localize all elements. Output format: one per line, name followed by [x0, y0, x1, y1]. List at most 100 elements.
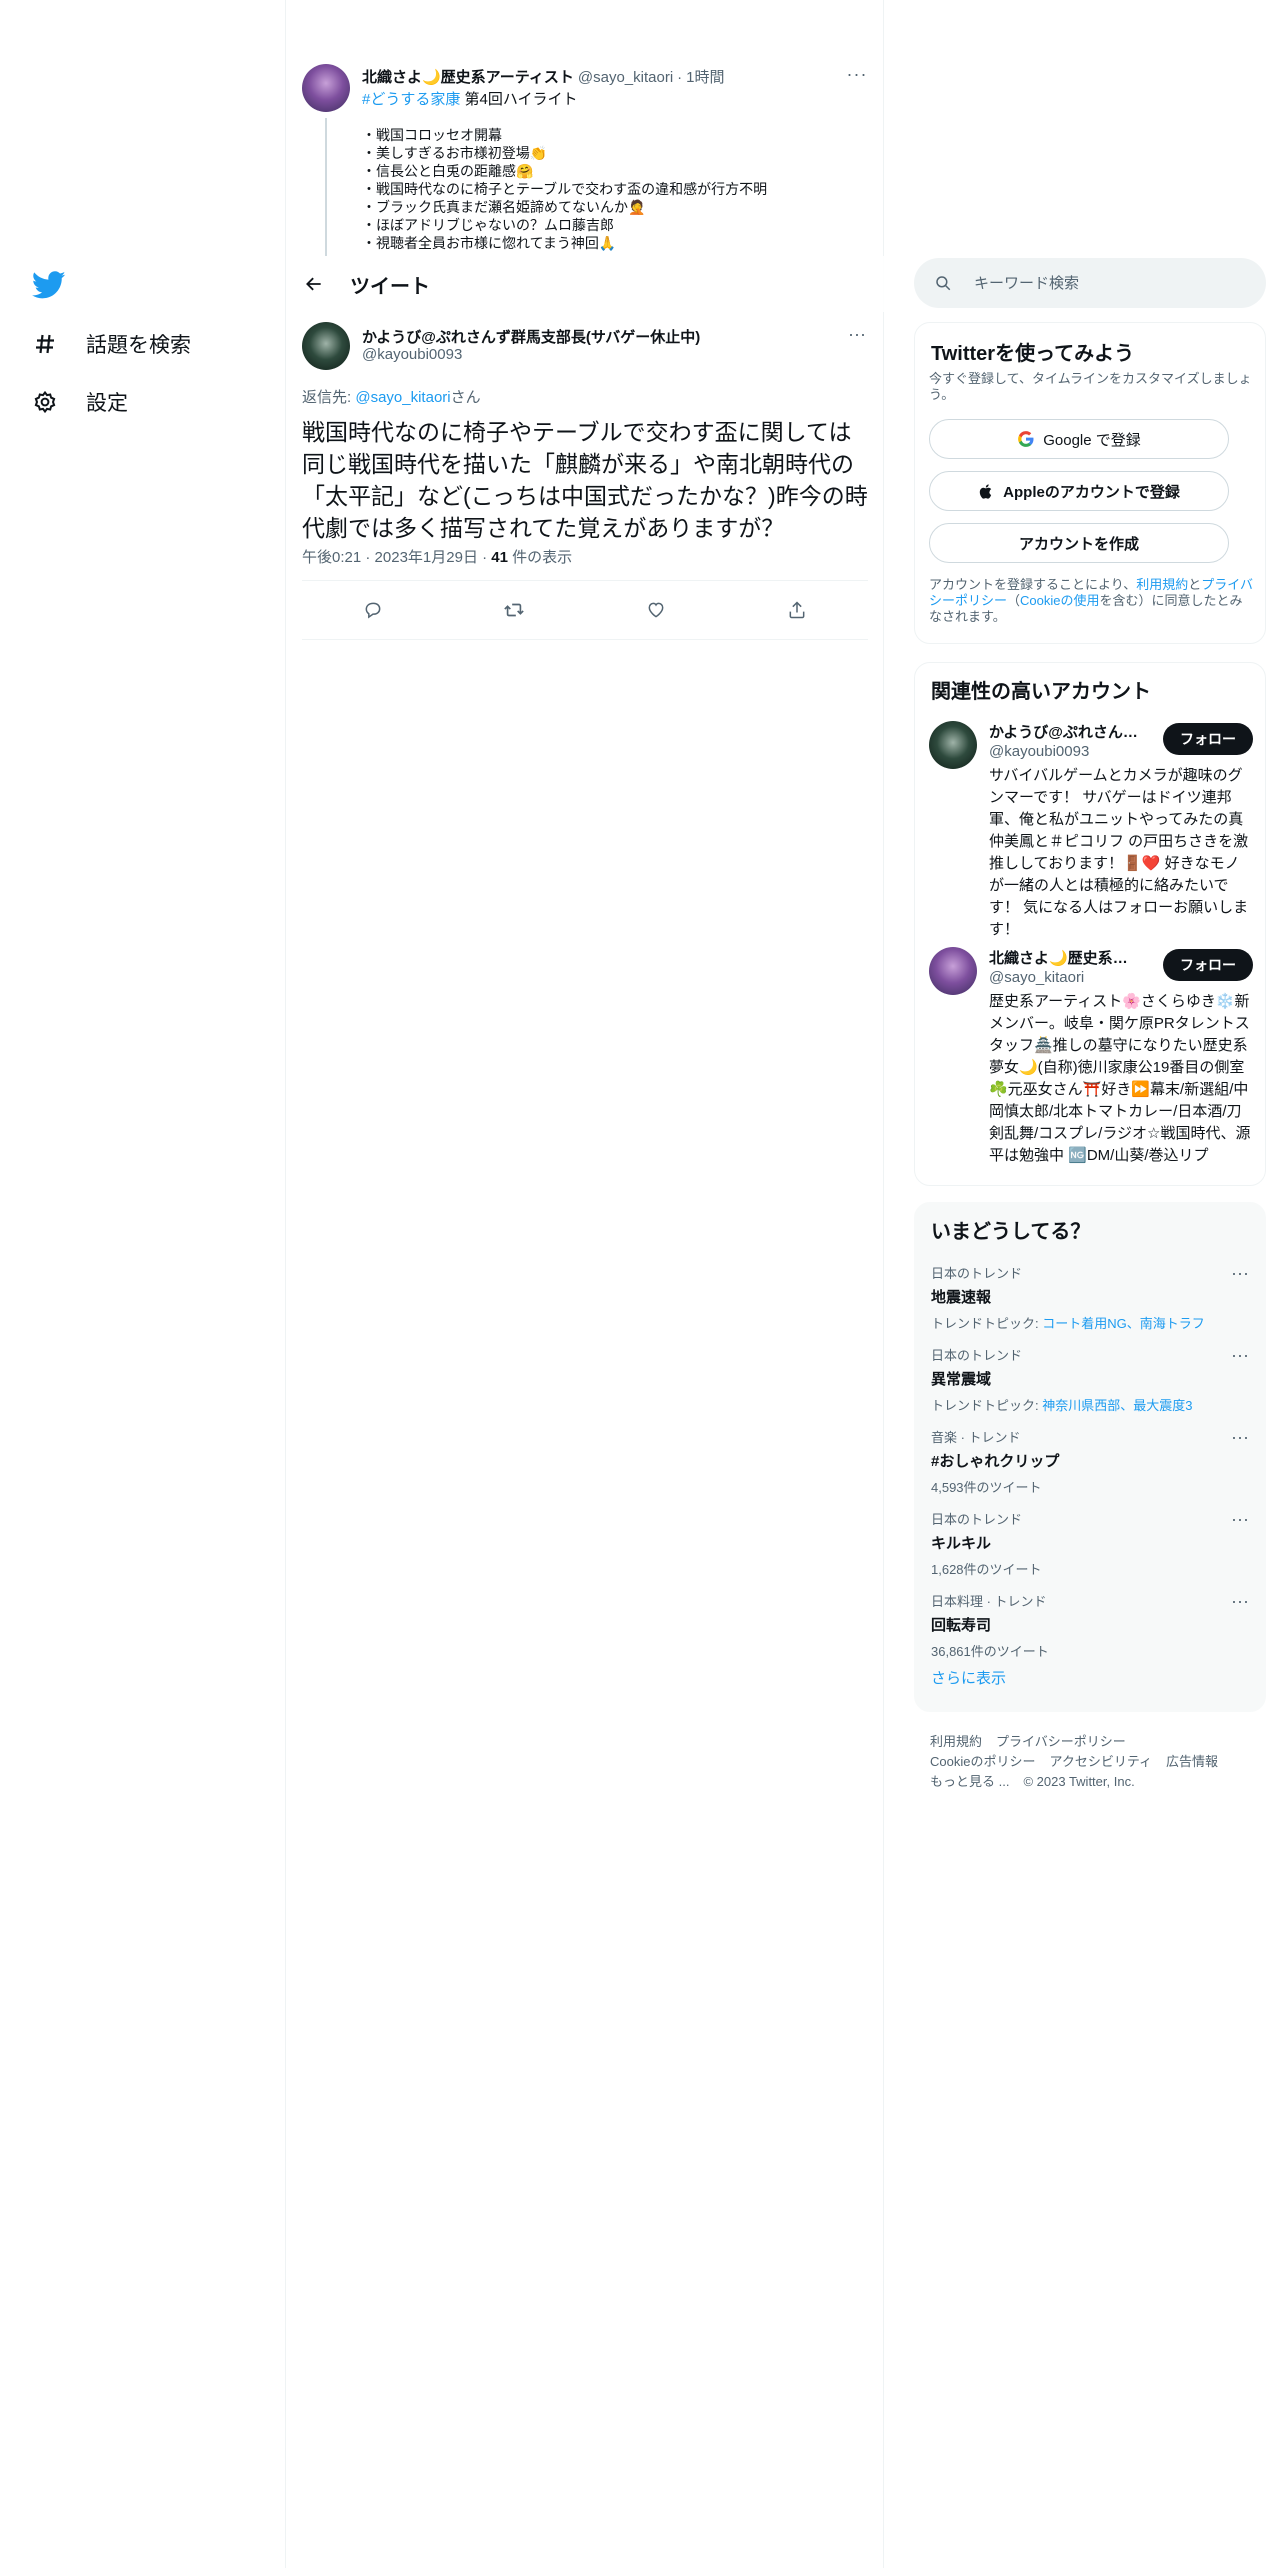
footer-privacy-link[interactable]: プライバシーポリシー — [996, 1732, 1126, 1752]
separator-dot: · — [365, 549, 371, 566]
avatar[interactable] — [302, 64, 350, 112]
gear-icon — [32, 389, 58, 415]
trend-subtext: 4,593件のツイート — [931, 1477, 1251, 1496]
signup-card: Twitterを使ってみよう 今すぐ登録して、タイムラインをカスタマイズしましょ… — [914, 322, 1266, 644]
show-more-link[interactable]: さらに表示 — [931, 1667, 1006, 1688]
create-account-button[interactable]: アカウントを作成 — [929, 523, 1229, 563]
apple-signup-label: Appleのアカウントで登録 — [1003, 483, 1180, 501]
parent-tweet-time[interactable]: 1時間 — [686, 66, 724, 87]
share-icon[interactable] — [780, 593, 814, 627]
trend-count: 36,861件のツイート — [931, 1644, 1049, 1659]
retweet-icon[interactable] — [497, 593, 531, 627]
follow-button[interactable]: フォロー — [1163, 723, 1253, 755]
more-options-icon[interactable]: ··· — [846, 64, 868, 86]
google-signup-label: Google で登録 — [1043, 431, 1141, 449]
trend-subtext: 36,861件のツイート — [931, 1641, 1251, 1660]
google-signup-button[interactable]: Google で登録 — [929, 419, 1229, 459]
parent-tweet-hashtag-line: #どうする家康 第4回ハイライト — [362, 88, 578, 109]
more-options-icon[interactable]: ··· — [846, 324, 868, 346]
nav-settings[interactable]: 設定 — [32, 382, 128, 422]
legal-text: と — [1188, 577, 1202, 592]
back-arrow-icon[interactable] — [296, 266, 332, 302]
trend-context: 日本のトレンド — [931, 1266, 1023, 1281]
footer-cookie-link[interactable]: Cookieのポリシー — [930, 1752, 1035, 1772]
reply-to-prefix: 返信先: — [302, 389, 356, 406]
tweet-header-bar: ツイート — [286, 256, 884, 312]
apple-signup-button[interactable]: Appleのアカウントで登録 — [929, 471, 1229, 511]
more-options-icon[interactable]: ··· — [1229, 1345, 1251, 1367]
avatar[interactable] — [929, 721, 977, 769]
like-heart-icon[interactable] — [639, 593, 673, 627]
more-options-icon[interactable]: ··· — [1229, 1591, 1251, 1613]
related-accounts-card: 関連性の高いアカウント かようび@ぷれさんず群馬支部長(サバゲー休止中) @ka… — [914, 662, 1266, 1186]
legal-text: アカウントを登録することにより、 — [929, 577, 1137, 592]
trends-card: いまどうしてる？ 日本のトレンド 地震速報 トレンドトピック: コート着用NG、… — [914, 1202, 1266, 1712]
follow-button[interactable]: フォロー — [1163, 949, 1253, 981]
page-title: ツイート — [350, 275, 430, 298]
tweet-time[interactable]: 午後0:21 — [302, 549, 361, 566]
trend-topic-prefix: トレンドトピック: — [931, 1316, 1043, 1331]
hashtag-link[interactable]: #どうする家康 — [362, 91, 460, 108]
parent-author-handle[interactable]: @sayo_kitaori — [578, 69, 673, 86]
trend-context: 日本料理 · トレンド — [931, 1594, 1047, 1609]
author-name[interactable]: かようび@ぷれさんず群馬支部長(サバゲー休止中) — [362, 326, 700, 347]
account-name[interactable]: かようび@ぷれさんず群馬支部長(サバゲー休止中) — [989, 721, 1139, 742]
account-name[interactable]: 北織さよ🌙歴史系アーティスト — [989, 947, 1139, 968]
terms-link[interactable]: 利用規約 — [1136, 577, 1188, 592]
parent-tweet-header: 北織さよ🌙歴史系アーティスト @sayo_kitaori · 1時間 — [362, 66, 725, 87]
twitter-bird-icon[interactable] — [31, 268, 66, 302]
signup-title: Twitterを使ってみよう — [931, 343, 1135, 365]
account-handle[interactable]: @sayo_kitaori — [989, 969, 1084, 986]
trend-name: #おしゃれクリップ — [931, 1453, 1060, 1470]
separator-dot: · — [677, 69, 683, 86]
cookie-link[interactable]: Cookieの使用 — [1020, 593, 1099, 608]
trend-count: 1,628件のツイート — [931, 1562, 1042, 1577]
related-account[interactable]: かようび@ぷれさんず群馬支部長(サバゲー休止中) @kayoubi0093 フォ… — [929, 721, 1253, 938]
reply-to-mention[interactable]: @sayo_kitaori — [355, 389, 450, 406]
footer-terms-link[interactable]: 利用規約 — [930, 1732, 982, 1752]
parent-tweet-line: ・信長公と白兎の距離感🤗 — [362, 163, 534, 179]
footer-more-link[interactable]: もっと見る ... — [930, 1772, 1009, 1792]
reply-icon[interactable] — [356, 593, 390, 627]
search-input[interactable] — [974, 274, 1234, 292]
author-handle[interactable]: @kayoubi0093 — [362, 346, 462, 363]
trend-item[interactable]: 日本料理 · トレンド 回転寿司 36,861件のツイート ··· — [931, 1591, 1251, 1660]
account-bio: 歴史系アーティスト🌸さくらゆき❄️新メンバー。岐阜・関ケ原PRタレントスタッフ🏯… — [989, 993, 1251, 1164]
parent-tweet[interactable]: 北織さよ🌙歴史系アーティスト @sayo_kitaori · 1時間 ··· #… — [286, 56, 884, 256]
trend-topic-links[interactable]: コート着用NG、南海トラフ — [1042, 1316, 1205, 1331]
footer-accessibility-link[interactable]: アクセシビリティ — [1049, 1752, 1152, 1772]
parent-tweet-line: ・視聴者全員お市様に惚れてまう神回🙏 — [362, 235, 617, 251]
trend-name: 回転寿司 — [931, 1617, 992, 1634]
trend-context: 日本のトレンド — [931, 1348, 1023, 1363]
trend-context: 音楽 · トレンド — [931, 1430, 1021, 1445]
footer-ads-link[interactable]: 広告情報 — [1166, 1752, 1218, 1772]
thread-line — [325, 118, 327, 256]
hashtag-icon — [32, 331, 58, 357]
trend-item[interactable]: 日本のトレンド 地震速報 トレンドトピック: コート着用NG、南海トラフ ··· — [931, 1263, 1251, 1332]
tweet-date[interactable]: 2023年1月29日 — [375, 549, 478, 566]
nav-settings-label: 設定 — [86, 392, 128, 415]
more-options-icon[interactable]: ··· — [1229, 1263, 1251, 1285]
search-bar[interactable] — [914, 258, 1266, 308]
avatar[interactable] — [302, 322, 350, 370]
parent-author-name[interactable]: 北織さよ🌙歴史系アーティスト — [362, 66, 574, 87]
nav-explore[interactable]: 話題を検索 — [32, 324, 191, 364]
related-account[interactable]: 北織さよ🌙歴史系アーティスト @sayo_kitaori フォロー 歴史系アーテ… — [929, 947, 1253, 1177]
reply-to-line: 返信先: @sayo_kitaoriさん — [302, 386, 481, 407]
trend-item[interactable]: 日本のトレンド キルキル 1,628件のツイート ··· — [931, 1509, 1251, 1578]
account-handle[interactable]: @kayoubi0093 — [989, 743, 1089, 760]
trend-subtext: トレンドトピック: 神奈川県西部、最大震度3 — [931, 1395, 1251, 1414]
parent-tweet-line: ・戦国時代なのに椅子とテーブルで交わす盃の違和感が行方不明 — [362, 181, 768, 197]
more-options-icon[interactable]: ··· — [1229, 1509, 1251, 1531]
trend-item[interactable]: 音楽 · トレンド #おしゃれクリップ 4,593件のツイート ··· — [931, 1427, 1251, 1496]
nav-explore-label: 話題を検索 — [86, 334, 191, 357]
more-options-icon[interactable]: ··· — [1229, 1427, 1251, 1449]
sidebar-footer: 利用規約 プライバシーポリシー Cookieのポリシー アクセシビリティ 広告情報 も… — [930, 1732, 1260, 1792]
trend-topic-links[interactable]: 神奈川県西部、最大震度3 — [1042, 1398, 1192, 1413]
parent-tweet-line: ・戦国コロッセオ開幕 — [362, 127, 502, 143]
trend-name: 異常震域 — [931, 1371, 992, 1388]
avatar[interactable] — [929, 947, 977, 995]
trend-subtext: トレンドトピック: コート着用NG、南海トラフ — [931, 1313, 1251, 1332]
trend-item[interactable]: 日本のトレンド 異常震域 トレンドトピック: 神奈川県西部、最大震度3 ··· — [931, 1345, 1251, 1414]
trend-count: 4,593件のツイート — [931, 1480, 1042, 1495]
